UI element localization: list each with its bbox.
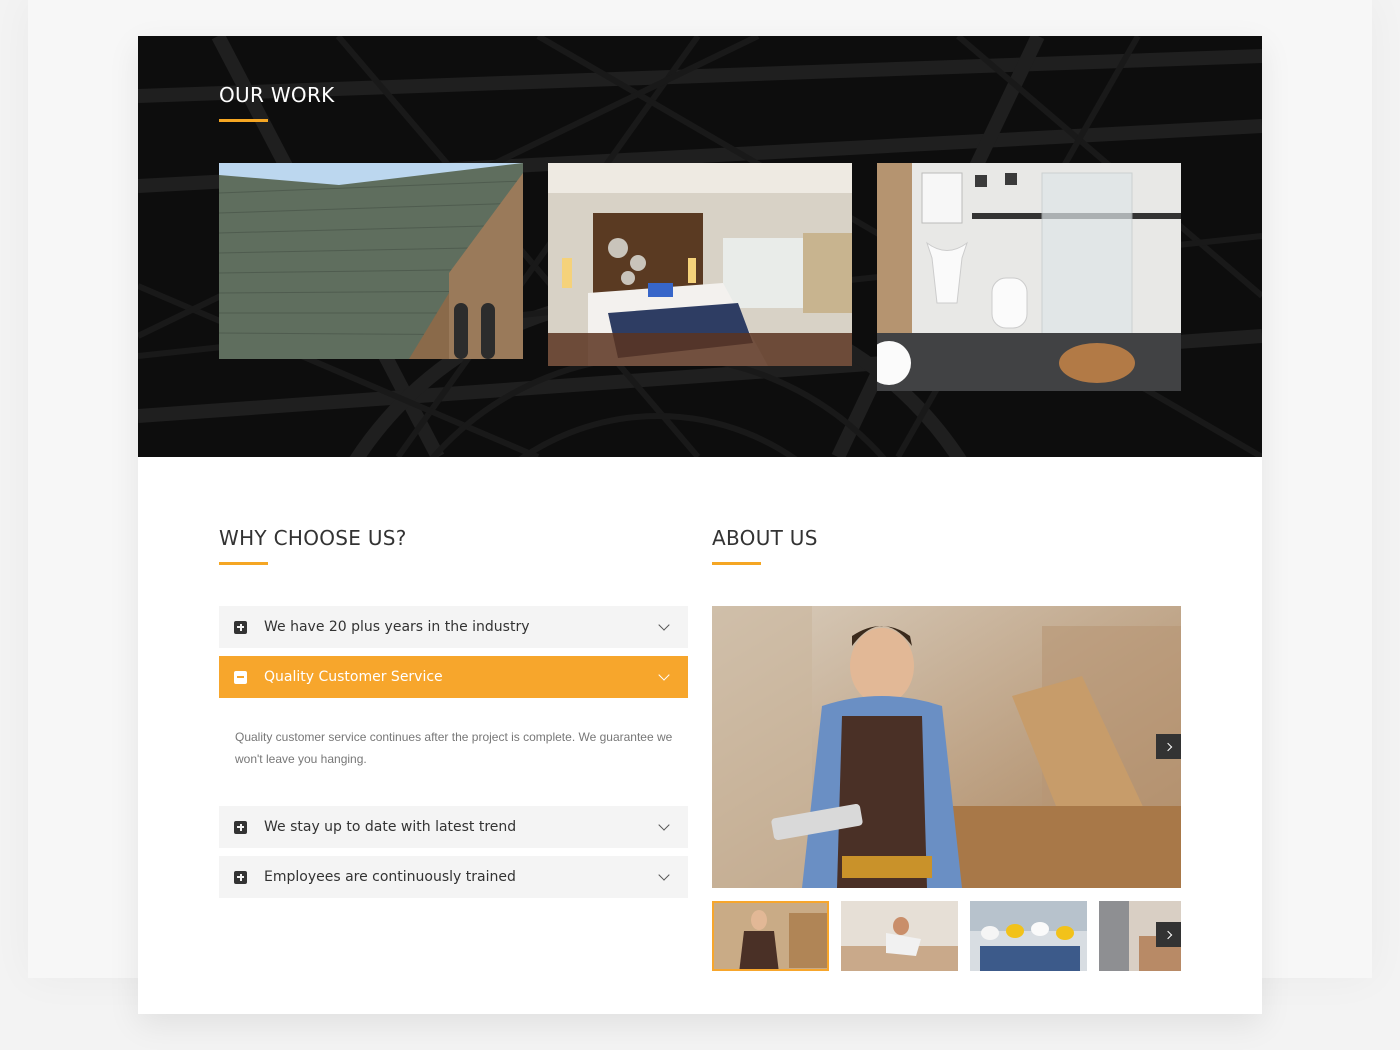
accordion-label: We stay up to date with latest trend [264, 819, 517, 835]
our-work-title: OUR WORK [219, 83, 335, 107]
bedroom-project-photo[interactable] [548, 163, 852, 366]
accordion-label: Quality Customer Service [264, 669, 443, 685]
roof-project-photo[interactable] [219, 163, 523, 359]
bathroom-project-photo[interactable] [877, 163, 1181, 391]
about-thumb-carpenter[interactable] [712, 901, 829, 971]
about-thumb-team-hardhats[interactable] [970, 901, 1087, 971]
about-underline [712, 562, 761, 565]
about-thumb-worker-floor[interactable] [841, 901, 958, 971]
accordion-body-quality-service: Quality customer service continues after… [235, 730, 673, 766]
accordion-item-latest-trend[interactable]: We stay up to date with latest trend [219, 806, 688, 848]
chevron-down-icon [658, 619, 670, 631]
minus-square-icon [234, 670, 247, 684]
main-slider-next-button[interactable] [1156, 734, 1181, 759]
accordion-item-quality-service[interactable]: Quality Customer Service [219, 656, 688, 698]
chevron-right-icon [1163, 930, 1172, 939]
plus-square-icon [234, 870, 247, 884]
chevron-down-icon [658, 869, 670, 881]
plus-square-icon [234, 820, 247, 834]
chevron-down-icon [658, 669, 670, 681]
our-work-section: OUR WORK [138, 36, 1262, 457]
accordion-item-employees-trained[interactable]: Employees are continuously trained [219, 856, 688, 898]
accordion-label: We have 20 plus years in the industry [264, 619, 530, 635]
why-choose-underline [219, 562, 268, 565]
about-title: ABOUT US [712, 526, 818, 550]
chevron-down-icon [658, 819, 670, 831]
plus-square-icon [234, 620, 247, 634]
chevron-right-icon [1163, 742, 1172, 751]
why-choose-title: WHY CHOOSE US? [219, 526, 407, 550]
our-work-underline [219, 119, 268, 122]
accordion-label: Employees are continuously trained [264, 869, 516, 885]
about-main-photo [712, 606, 1181, 888]
accordion-item-experience[interactable]: We have 20 plus years in the industry [219, 606, 688, 648]
thumb-slider-next-button[interactable] [1156, 922, 1181, 947]
content-card: OUR WORK WHY CHOOSE US? We have 20 plus … [138, 36, 1262, 1014]
